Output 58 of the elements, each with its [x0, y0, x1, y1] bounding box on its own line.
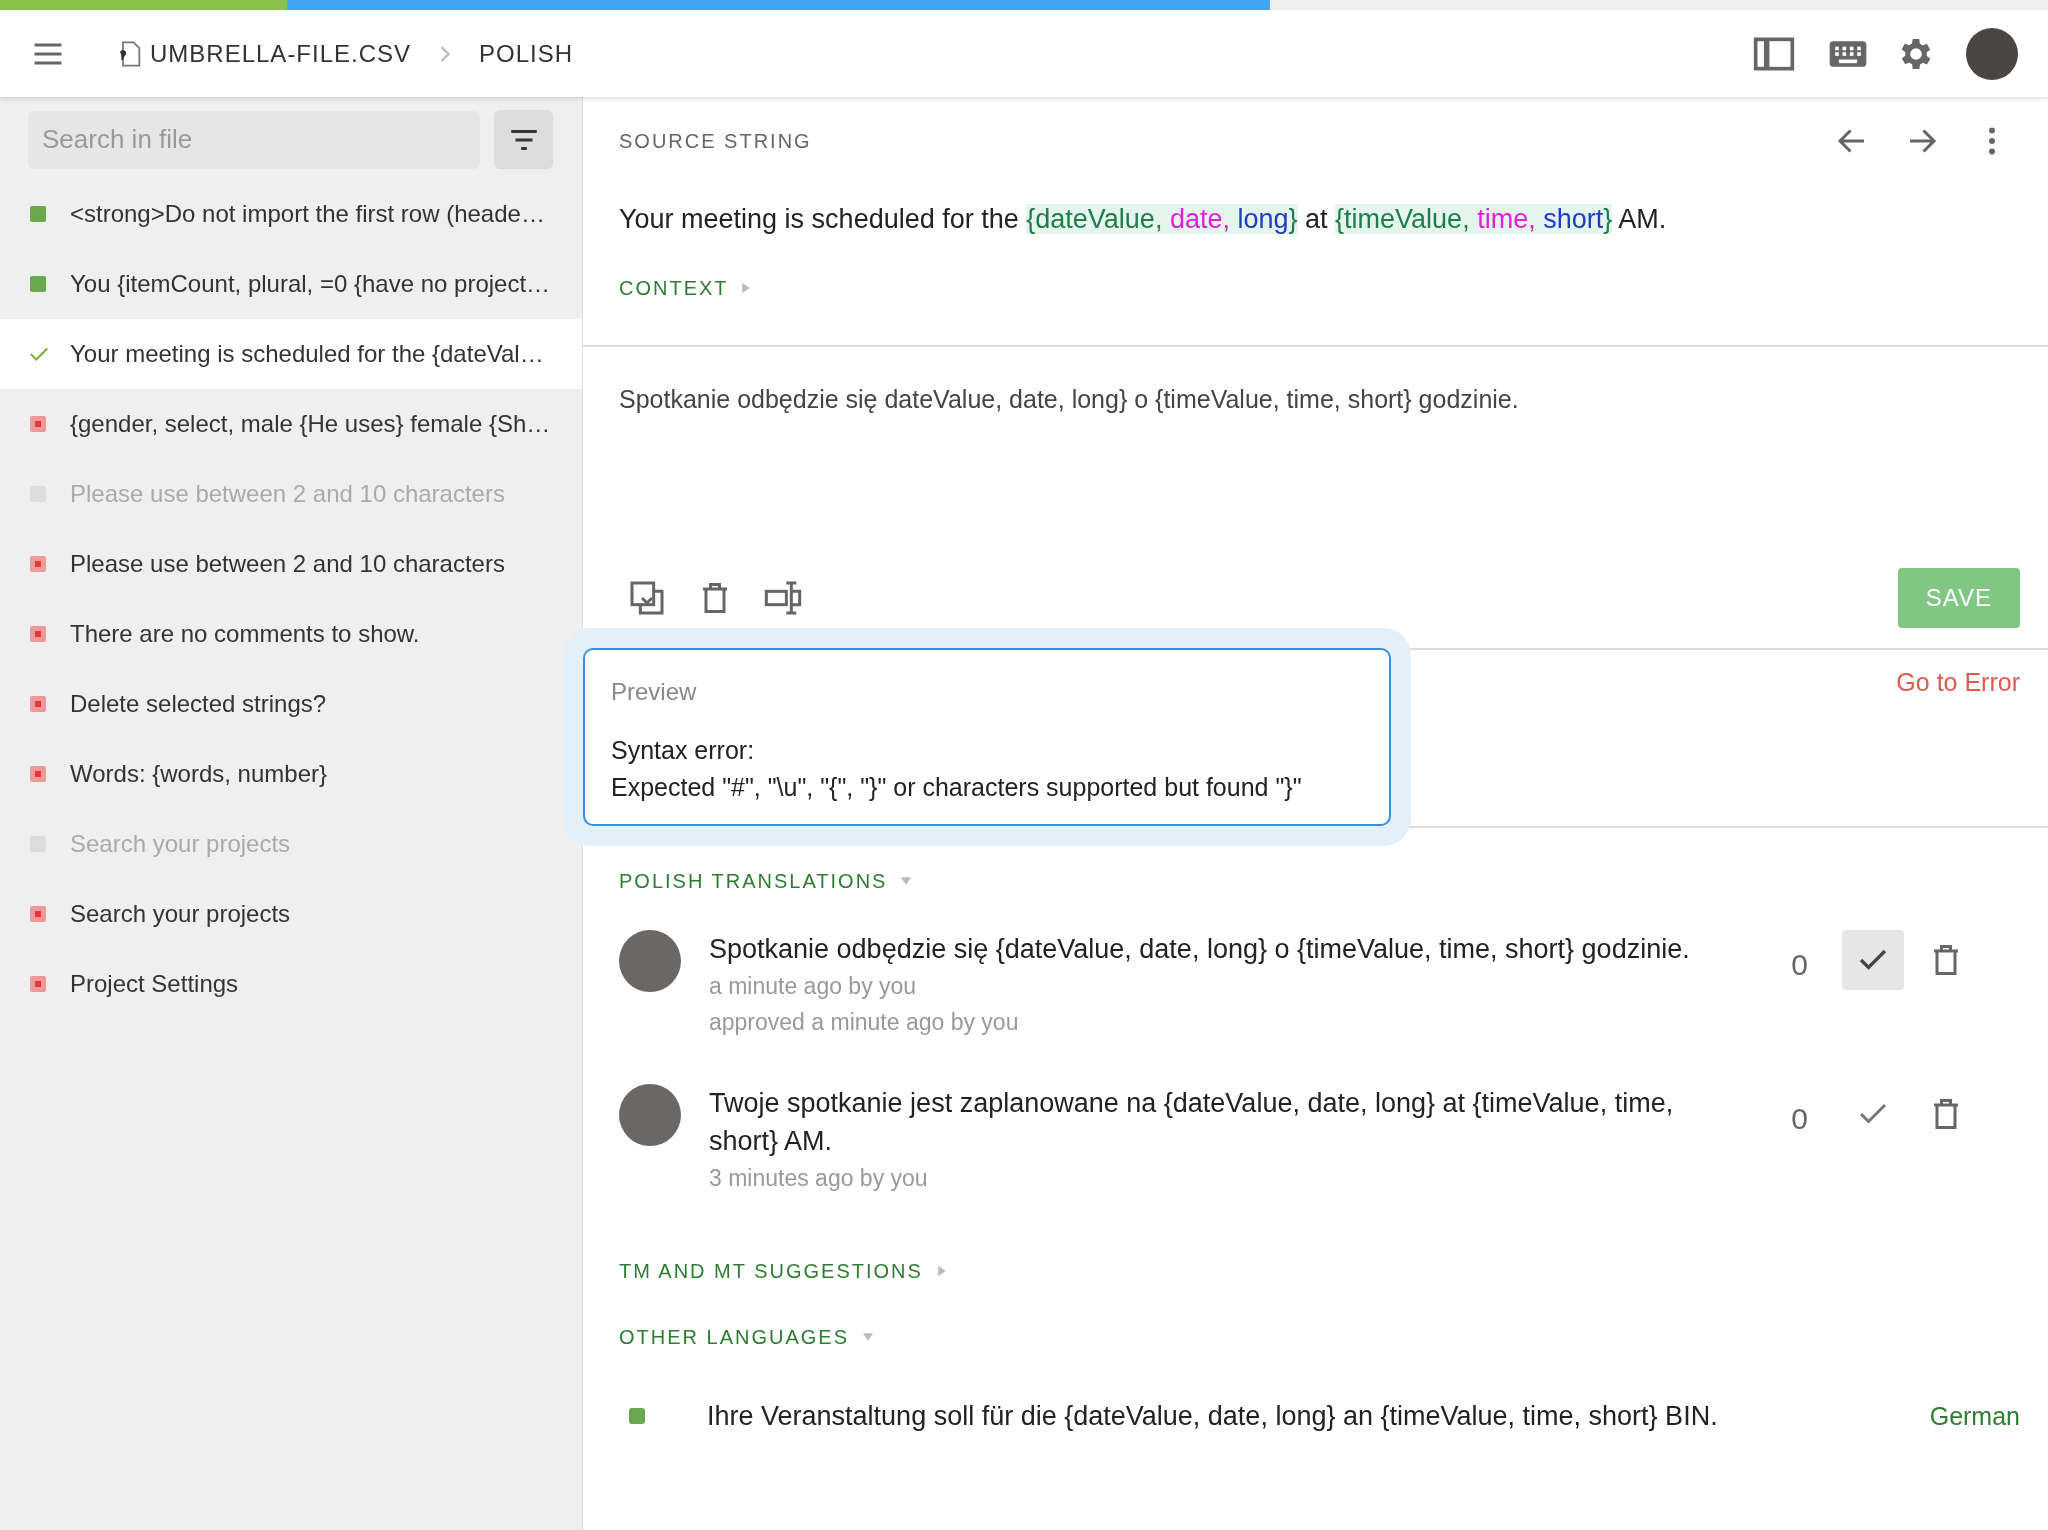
string-text: There are no comments to show. [70, 619, 420, 649]
file-link[interactable]: UMBRELLA-FILE.CSV [150, 35, 412, 72]
section-toggle[interactable]: TM AND MT SUGGESTIONS [619, 1256, 2012, 1286]
string-text: Your meeting is scheduled for the {dateVal… [70, 339, 544, 369]
user-avatar[interactable] [1966, 27, 2018, 80]
preview-label: Preview [611, 677, 698, 707]
status-square [30, 416, 46, 432]
language-link[interactable]: POLISH [479, 35, 574, 72]
context-toggle[interactable]: CONTEXT [619, 273, 755, 303]
string-list-item[interactable]: Please use between 2 and 10 characters [0, 529, 582, 599]
string-list-item[interactable]: <strong>Do not import the first row (heade… [0, 179, 582, 249]
status-square [30, 276, 46, 292]
section-toggle[interactable]: OTHER LANGUAGES [619, 1322, 2012, 1352]
string-list-item[interactable]: Delete selected strings? [0, 669, 582, 739]
string-text: Please use between 2 and 10 characters [70, 549, 505, 579]
go-to-error-link[interactable]: Go to Error [1896, 664, 2020, 702]
translation-text: Ihre Veranstaltung soll für die {dateValue, date, long} an {timeValue, time, short} BIN. [707, 1400, 1718, 1433]
translation-text: Spotkanie odbędzie się {dateValue, date, long} o {timeValue, time, short} godzinie. [709, 933, 1691, 966]
string-text: Please use between 2 and 10 characters [70, 479, 505, 509]
meta-text: a minute ago by you [709, 972, 918, 1001]
language-link[interactable]: German [1929, 1397, 2020, 1435]
status-square [629, 1408, 645, 1425]
string-text: Search your projects [70, 899, 291, 929]
translation-text: Twoje spotkanie jest zaplanowane na {dateValue, date, long} at {timeValue, time, short} AM. [709, 1087, 1675, 1158]
meta-text: 3 minutes ago by you [709, 1164, 929, 1193]
preview-text: Expected "#", "\u", "{", "}" or characters supported but found "}" [611, 772, 1303, 803]
preview-text: Syntax error: [611, 735, 756, 766]
filter-button[interactable] [494, 110, 553, 169]
status-square [30, 626, 46, 642]
string-list-item[interactable]: Your meeting is scheduled for the {dateVal… [0, 319, 582, 389]
string-list-item[interactable]: {gender, select, male {He uses} female {Sh… [0, 389, 582, 459]
string-text: Words: {words, number} [70, 759, 327, 789]
string-list-item[interactable]: Words: {words, number} [0, 739, 582, 809]
vote-count: 0 [1791, 947, 1808, 983]
status-square [30, 976, 46, 992]
string-text: Search your projects [70, 829, 291, 859]
string-text: You {itemCount, plural, =0 {have no project… [70, 269, 551, 299]
string-list-item[interactable]: Search your projects [0, 879, 582, 949]
section-toggle[interactable]: POLISH TRANSLATIONS [619, 866, 2012, 896]
approve-button[interactable] [1842, 930, 1904, 990]
status-square [30, 206, 46, 222]
string-text: <strong>Do not import the first row (heade… [70, 199, 545, 229]
string-list-item[interactable]: You {itemCount, plural, =0 {have no project… [0, 249, 582, 319]
string-list-item[interactable]: There are no comments to show. [0, 599, 582, 669]
section-label: SOURCE STRING [619, 129, 812, 154]
vote-count: 0 [1791, 1101, 1808, 1137]
status-square [30, 556, 46, 572]
string-text: Delete selected strings? [70, 689, 327, 719]
status-square [30, 766, 46, 782]
status-square [30, 906, 46, 922]
string-list-item[interactable]: Project Settings [0, 949, 582, 1019]
translation-input[interactable]: Spotkanie odbędzie się dateValue, date, long} o {timeValue, time, short} godzinie. [619, 381, 2012, 561]
meta-text: approved a minute ago by you [709, 1008, 1020, 1037]
status-square [30, 696, 46, 712]
string-text: Project Settings [70, 969, 239, 999]
string-text: {gender, select, male {He uses} female {Sh… [70, 409, 551, 439]
source-text: Your meeting is scheduled for the {dateValue, date, long} at {timeValue, time, short} AM. [619, 203, 1668, 236]
search-field[interactable]: Search in file [28, 110, 480, 169]
